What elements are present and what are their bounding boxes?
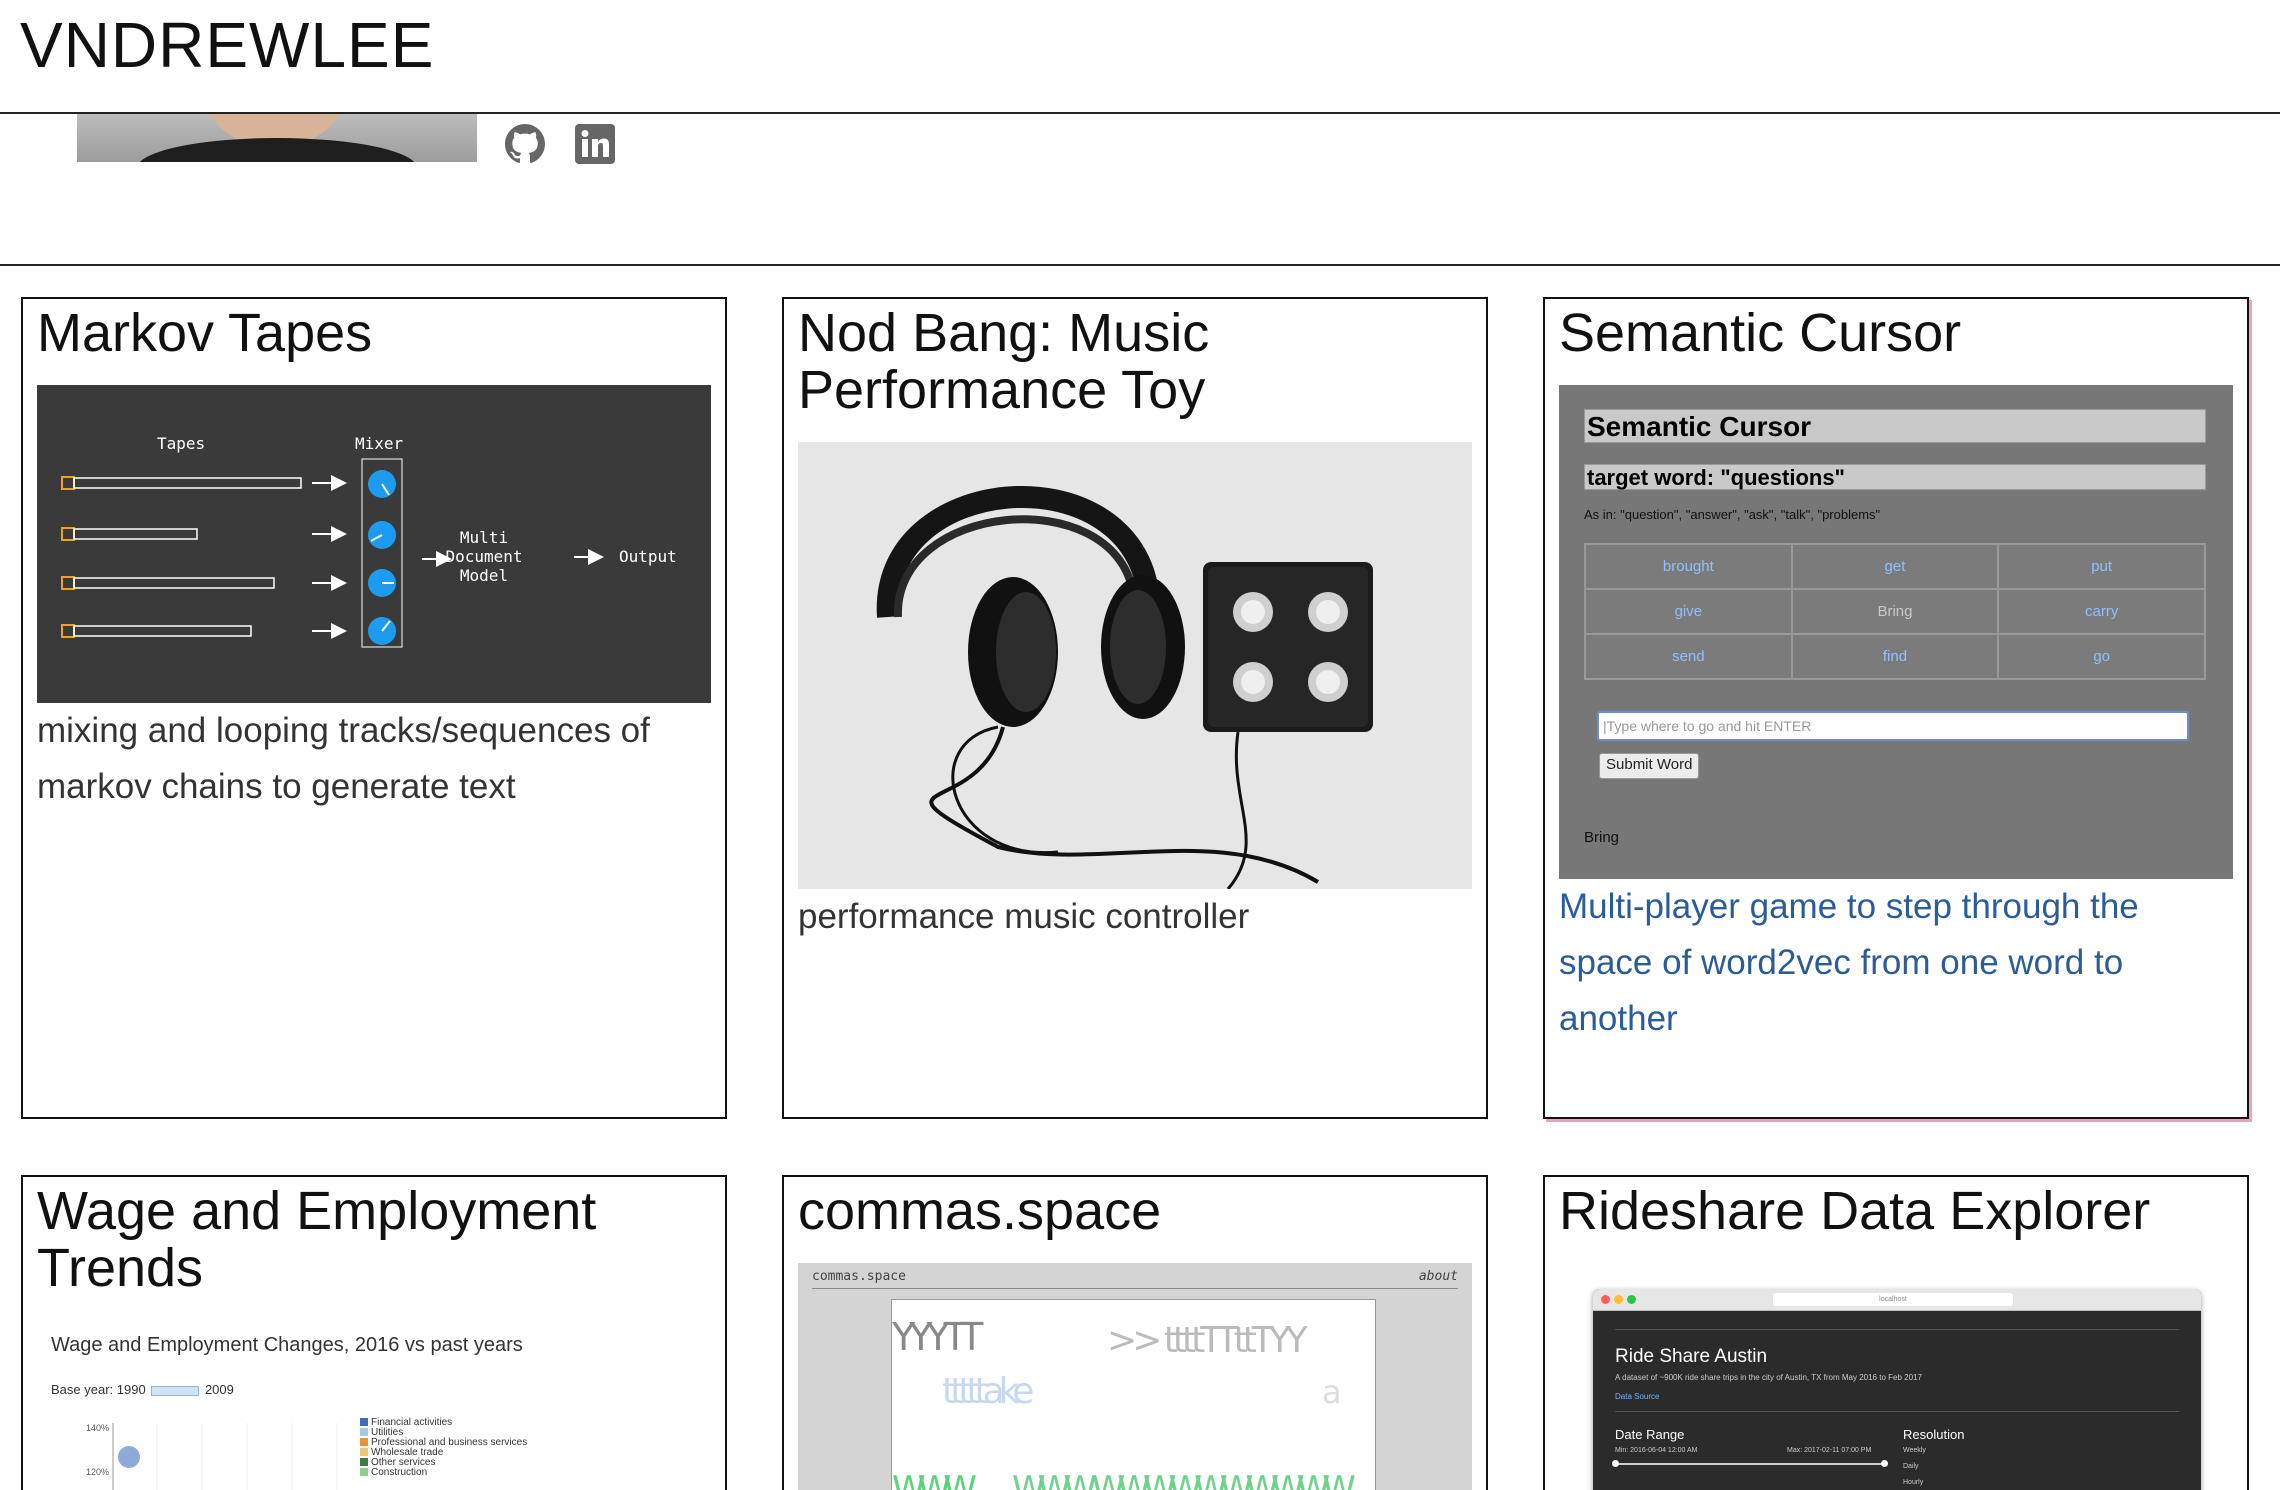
sem-heading: Semantic Cursor xyxy=(1584,409,2206,443)
site-header: VNDREWLEE xyxy=(0,0,2280,114)
sem-as-in: As in: "question", "answer", "ask", "tal… xyxy=(1584,507,1881,522)
avatar xyxy=(77,114,477,162)
project-card-semantic-cursor[interactable]: Semantic Cursor Semantic Cursor target w… xyxy=(1543,297,2249,1119)
sem-target: target word: "questions" xyxy=(1584,464,2206,490)
card-title[interactable]: Markov Tapes xyxy=(37,305,711,362)
label-model-1: Multi xyxy=(460,528,508,547)
project-card-wage-trends[interactable]: Wage and Employment Trends Wage and Empl… xyxy=(21,1175,727,1490)
svg-text:WWW: WWW xyxy=(892,1469,976,1490)
wage-base-year: Base year: 1990 2009 xyxy=(51,1382,234,1397)
card-description: performance music controller xyxy=(798,897,1250,936)
sem-submit-button: Submit Word xyxy=(1599,753,1700,779)
markov-diagram: Tapes Mixer Multi Document Model Output xyxy=(37,385,711,703)
browser-window: localhost Ride Share Austin A dataset of… xyxy=(1593,1289,2201,1490)
svg-text:WWW WWWWWWWWWW: WWW WWWWWWWWWW xyxy=(1012,1469,1355,1490)
label-output: Output xyxy=(619,547,677,566)
legend-swatch xyxy=(360,1458,368,1466)
legend-swatch xyxy=(360,1438,368,1446)
sem-word-input: |Type where to go and hit ENTER xyxy=(1597,711,2189,741)
label-model-2: Document xyxy=(445,547,522,566)
legend-swatch xyxy=(360,1428,368,1436)
label-mixer: Mixer xyxy=(355,434,404,453)
commas-screenshot: commas.space about YYYTT >> ttttTTttTYY … xyxy=(798,1263,1472,1490)
svg-text:a: a xyxy=(1322,1373,1342,1411)
ride-option: Weekly xyxy=(1903,1447,1926,1454)
word-cell: brought xyxy=(1584,543,1793,590)
ride-min: Min: 2016-06-04 12:00 AM xyxy=(1615,1447,1698,1454)
word-cell: get xyxy=(1790,543,2000,590)
ride-subtitle: A dataset of ~900K ride share trips in t… xyxy=(1615,1373,1922,1382)
browser-chrome: localhost xyxy=(1593,1289,2201,1311)
word-cell: carry xyxy=(1997,588,2206,635)
legend-swatch xyxy=(360,1448,368,1456)
word-cell: find xyxy=(1790,633,2000,680)
card-title[interactable]: Rideshare Data Explorer xyxy=(1559,1183,2233,1240)
card-title[interactable]: Nod Bang: Music Performance Toy xyxy=(798,305,1472,419)
svg-text:tttttake: tttttake xyxy=(942,1371,1033,1412)
project-card-rideshare-explorer[interactable]: Rideshare Data Explorer localhost Ride S… xyxy=(1543,1175,2249,1490)
word-cell: Bring xyxy=(1790,588,2000,635)
semantic-cursor-screenshot: Semantic Cursor target word: "questions"… xyxy=(1559,385,2233,879)
word-cell: send xyxy=(1584,633,1793,680)
ride-date-range: Date Range xyxy=(1615,1427,1685,1442)
ride-option: Hourly xyxy=(1903,1479,1924,1486)
word-grid: brought get put give Bring carry send fi… xyxy=(1584,543,2206,680)
project-card-commas-space[interactable]: commas.space commas.space about YYYTT >>… xyxy=(782,1175,1488,1490)
y-tick: 140% xyxy=(86,1423,109,1433)
ride-resolution: Resolution xyxy=(1903,1427,1965,1442)
headphones-photo xyxy=(798,442,1472,889)
rideshare-screenshot: localhost Ride Share Austin A dataset of… xyxy=(1559,1263,2233,1490)
ride-heading: Ride Share Austin xyxy=(1615,1346,1768,1367)
commas-brand: commas.space xyxy=(812,1269,906,1284)
commas-about: about xyxy=(1418,1269,1458,1284)
word-cell: give xyxy=(1584,588,1793,635)
legend-label: Construction xyxy=(371,1467,427,1478)
project-card-nod-bang[interactable]: Nod Bang: Music Performance Toy performa… xyxy=(782,297,1488,1119)
wage-chart-preview: Wage and Employment Changes, 2016 vs pas… xyxy=(37,1322,711,1490)
card-title[interactable]: commas.space xyxy=(798,1183,1472,1240)
sem-result: Bring xyxy=(1584,829,1620,846)
ride-option: Daily xyxy=(1903,1463,1919,1470)
profile-section xyxy=(0,114,2280,266)
card-description: mixing and looping tracks/sequences of m… xyxy=(37,711,650,806)
label-tapes: Tapes xyxy=(157,434,205,453)
ride-max: Max: 2017-02-11 07:00 PM xyxy=(1787,1447,1872,1454)
svg-text:YYYTT: YYYTT xyxy=(892,1315,984,1359)
wage-chart-title: Wage and Employment Changes, 2016 vs pas… xyxy=(51,1334,523,1356)
card-title[interactable]: Wage and Employment Trends xyxy=(37,1183,711,1297)
y-tick: 120% xyxy=(86,1467,109,1477)
word-cell: go xyxy=(1997,633,2206,680)
site-title[interactable]: VNDREWLEE xyxy=(20,8,434,82)
commas-navbar: commas.space about xyxy=(812,1269,1458,1289)
project-card-markov-tapes[interactable]: Markov Tapes Tapes Mixer Multi Document … xyxy=(21,297,727,1119)
ride-data-source: Data Source xyxy=(1615,1392,1660,1401)
commas-canvas: YYYTT >> ttttTTttTYY tttttake a WWW WWW … xyxy=(891,1299,1376,1490)
svg-text:>> ttttTTttTYY: >> ttttTTttTYY xyxy=(1107,1320,1309,1361)
legend-swatch xyxy=(360,1418,368,1426)
linkedin-icon[interactable] xyxy=(573,122,617,166)
address-bar: localhost xyxy=(1773,1293,2013,1306)
card-description[interactable]: Multi-player game to step through the sp… xyxy=(1559,879,2233,1047)
github-icon[interactable] xyxy=(503,122,547,166)
card-title[interactable]: Semantic Cursor xyxy=(1559,305,2233,362)
label-model-3: Model xyxy=(460,566,508,585)
word-cell: put xyxy=(1997,543,2206,590)
legend-swatch xyxy=(360,1468,368,1476)
